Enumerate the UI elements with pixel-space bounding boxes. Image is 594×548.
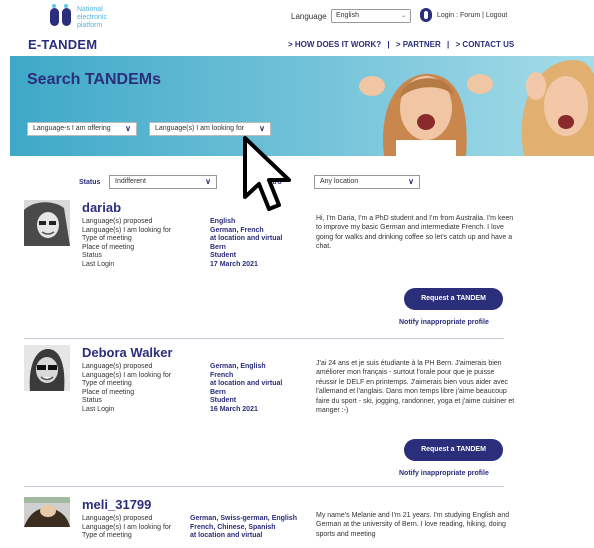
profile-field-values: German, Swiss-german, English French, Ch… bbox=[190, 515, 297, 541]
field-label: Place of meeting bbox=[82, 388, 135, 396]
field-value: French, Chinese, Spanish bbox=[190, 523, 276, 531]
field-label: Type of meeting bbox=[82, 380, 132, 388]
language-value: English bbox=[336, 12, 359, 19]
offering-select-label: Language-s I am offering bbox=[33, 125, 111, 132]
mouse-cursor-icon bbox=[243, 136, 291, 211]
profile-field-labels: Language(s) proposed Language(s) I am lo… bbox=[82, 363, 171, 415]
field-value: Student bbox=[210, 252, 237, 260]
field-label: Language(s) I am looking for bbox=[82, 523, 172, 531]
field-label: Status bbox=[82, 397, 102, 405]
logo-line: National bbox=[77, 6, 103, 13]
divider bbox=[24, 486, 504, 487]
status-filter-value: Indifferent bbox=[115, 178, 147, 185]
profile-card: Debora Walker Language(s) proposed Langu… bbox=[24, 345, 524, 485]
main-nav: > HOW DOES IT WORK? | > PARTNER | > CONT… bbox=[286, 40, 516, 49]
location-filter-select[interactable]: Any location ∨ bbox=[314, 175, 420, 189]
status-filter-label: Status bbox=[79, 179, 101, 186]
field-label: Language(s) I am looking for bbox=[82, 226, 172, 234]
status-filter-select[interactable]: Indifferent ∨ bbox=[109, 175, 217, 189]
field-label: Language(s) I am looking for bbox=[82, 371, 172, 379]
logo-line: platform bbox=[77, 22, 103, 29]
logo-line: electronic bbox=[77, 14, 107, 21]
field-value: Bern bbox=[210, 388, 226, 396]
field-value: 17 March 2021 bbox=[210, 260, 258, 268]
field-value: 16 March 2021 bbox=[210, 405, 258, 413]
profile-bio: J'ai 24 ans et je suis étudiante à la PH… bbox=[316, 360, 515, 415]
field-value: German, English bbox=[210, 363, 266, 370]
field-label: Language(s) proposed bbox=[82, 515, 153, 522]
nav-separator: | bbox=[387, 40, 390, 49]
field-label: Last Login bbox=[82, 405, 115, 413]
profile-field-labels: Language(s) proposed Language(s) I am lo… bbox=[82, 515, 171, 541]
field-value: German, French bbox=[210, 226, 264, 234]
profile-field-labels: Language(s) proposed Language(s) I am lo… bbox=[82, 218, 171, 270]
chevron-down-icon: ∨ bbox=[259, 124, 265, 133]
chevron-down-icon: ∨ bbox=[125, 124, 131, 133]
offering-language-select[interactable]: Language-s I am offering ∨ bbox=[27, 122, 137, 136]
user-icon[interactable] bbox=[420, 8, 432, 22]
field-label: Status bbox=[82, 252, 102, 260]
nav-partner[interactable]: > PARTNER bbox=[396, 40, 441, 49]
profile-bio: My name's Melanie and I'm 21 years. I'm … bbox=[316, 512, 510, 538]
profile-card: dariab Language(s) proposed Language(s) … bbox=[24, 200, 524, 340]
profile-field-values: German, English French at location and v… bbox=[210, 363, 282, 415]
language-select[interactable]: English ⌄ bbox=[331, 9, 411, 23]
avatar[interactable] bbox=[24, 497, 70, 527]
profile-name[interactable]: dariab bbox=[82, 200, 121, 215]
logo-text: National electronic platform bbox=[77, 6, 107, 30]
profile-bio: Hi, I'm Daria, I'm a PhD student and I'm… bbox=[316, 215, 514, 251]
field-value: French bbox=[210, 371, 234, 379]
field-value: Student bbox=[210, 397, 237, 405]
profile-card: meli_31799 Language(s) proposed Language… bbox=[24, 497, 524, 548]
page-title: Search TANDEMs bbox=[27, 71, 161, 88]
avatar[interactable] bbox=[24, 200, 70, 246]
field-label: Place of meeting bbox=[82, 243, 135, 251]
notify-inappropriate-link[interactable]: Notify inappropriate profile bbox=[399, 470, 489, 477]
divider bbox=[24, 338, 504, 339]
location-filter-value: Any location bbox=[320, 178, 359, 185]
brand-name[interactable]: E-TANDEM bbox=[28, 37, 97, 52]
chevron-down-icon: ∨ bbox=[408, 177, 414, 186]
profile-field-values: English German, French at location and v… bbox=[210, 218, 282, 270]
nav-contact[interactable]: > CONTACT US bbox=[456, 40, 515, 49]
nav-how-it-works[interactable]: > HOW DOES IT WORK? bbox=[288, 40, 381, 49]
field-label: Type of meeting bbox=[82, 532, 132, 540]
field-label: Last Login bbox=[82, 260, 115, 268]
hero-banner: Search TANDEMs Language-s I am offering … bbox=[10, 56, 594, 156]
looking-language-select[interactable]: Language(s) I am looking for ∨ bbox=[149, 122, 271, 136]
chevron-down-icon: ∨ bbox=[205, 177, 211, 186]
avatar[interactable] bbox=[24, 345, 70, 391]
chevron-down-icon: ⌄ bbox=[400, 13, 406, 19]
notify-inappropriate-link[interactable]: Notify inappropriate profile bbox=[399, 319, 489, 326]
field-label: Language(s) proposed bbox=[82, 363, 153, 370]
login-links[interactable]: Login : Forum | Logout bbox=[437, 12, 507, 19]
field-value: German, Swiss-german, English bbox=[190, 515, 297, 522]
field-value: English bbox=[210, 218, 236, 225]
field-value: at location and virtual bbox=[210, 235, 283, 243]
field-value: at location and virtual bbox=[190, 532, 263, 540]
hero-photo bbox=[359, 60, 594, 156]
request-tandem-button[interactable]: Request a TANDEM bbox=[404, 288, 503, 310]
field-label: Language(s) proposed bbox=[82, 218, 153, 225]
field-value: Bern bbox=[210, 243, 226, 251]
profile-name[interactable]: Debora Walker bbox=[82, 345, 173, 360]
field-value: at location and virtual bbox=[210, 380, 283, 388]
nav-separator: | bbox=[447, 40, 450, 49]
request-tandem-button[interactable]: Request a TANDEM bbox=[404, 439, 503, 461]
looking-select-label: Language(s) I am looking for bbox=[155, 125, 245, 132]
profile-name[interactable]: meli_31799 bbox=[82, 497, 151, 512]
logo-icon[interactable] bbox=[50, 4, 72, 28]
field-label: Type of meeting bbox=[82, 235, 132, 243]
language-label: Language bbox=[291, 12, 327, 21]
